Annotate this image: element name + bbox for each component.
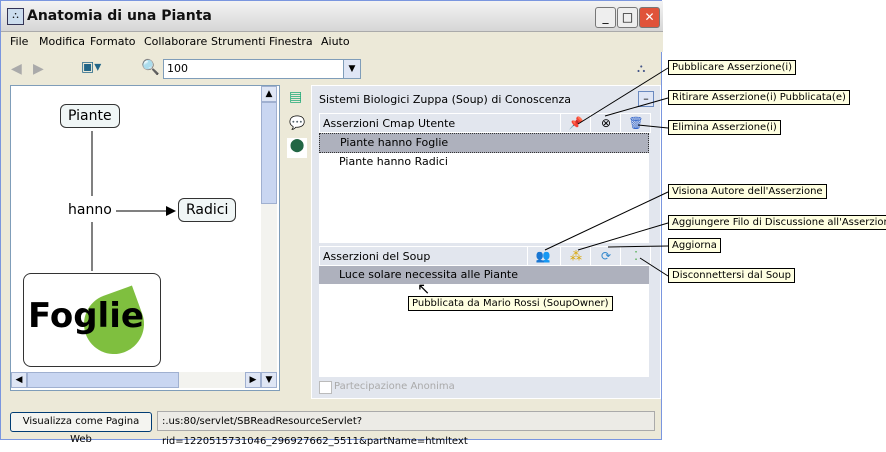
callout-publish: Pubblicare Asserzione(i) [668, 60, 797, 75]
callout-thread: Aggiungere Filo di Discussione all'Asser… [668, 215, 886, 230]
callout-author: Visiona Autore dell'Asserzione [668, 184, 827, 199]
callout-refresh: Aggiorna [668, 238, 721, 253]
callout-delete: Elimina Asserzione(i) [668, 120, 781, 135]
callout-disconnect: Disconnettersi dal Soup [668, 268, 795, 283]
callout-retract: Ritirare Asserzione(i) Pubblicata(e) [668, 90, 850, 105]
